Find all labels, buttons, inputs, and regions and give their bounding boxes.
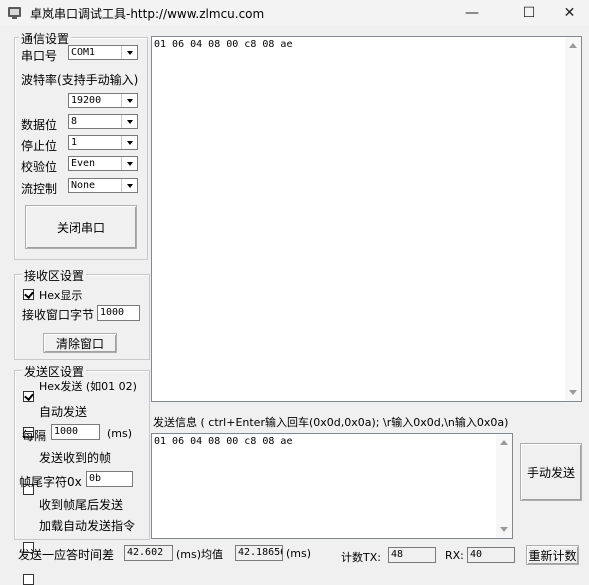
window-title: 卓岚串口调试工具-http://www.zlmcu.com: [30, 7, 265, 21]
auto-send-label: 自动发送: [39, 405, 88, 419]
databits-combo[interactable]: 8: [68, 114, 138, 129]
comm-settings-legend: 通信设置: [19, 30, 72, 47]
rx-label: RX:: [445, 549, 464, 562]
scroll-up-icon[interactable]: [500, 440, 508, 445]
stopbits-label: 停止位: [21, 139, 58, 153]
port-value: COM1: [71, 47, 96, 58]
close-icon: ✕: [563, 5, 576, 21]
flow-combo[interactable]: None: [68, 178, 138, 193]
databits-value: 8: [71, 116, 78, 127]
flow-value: None: [71, 180, 96, 191]
average-value: 42.18656: [235, 545, 283, 561]
parity-combo[interactable]: Even: [68, 156, 138, 171]
receive-settings-legend: 接收区设置: [22, 267, 87, 284]
receive-textarea[interactable]: 01 06 04 08 00 c8 08 ae: [151, 36, 582, 402]
scroll-up-icon[interactable]: [569, 43, 577, 48]
tx-label: 计数TX:: [341, 551, 381, 564]
parity-value: Even: [71, 158, 96, 169]
databits-label: 数据位: [21, 118, 58, 132]
frame-tail-label: 帧尾字符0x: [19, 475, 82, 489]
manual-send-button[interactable]: 手动发送: [520, 443, 582, 501]
recount-button[interactable]: 重新计数: [526, 545, 579, 565]
chevron-down-icon[interactable]: [121, 136, 137, 149]
receive-scrollbar[interactable]: [565, 37, 581, 401]
average-label: (ms)均值: [176, 548, 224, 561]
port-combo[interactable]: COM1: [68, 45, 138, 60]
send-info-label: 发送信息 ( ctrl+Enter输入回车(0x0d,0x0a); \r输入0x…: [153, 416, 509, 429]
baud-label: 波特率(支持手动输入): [21, 73, 139, 87]
receive-text: 01 06 04 08 00 c8 08 ae: [154, 39, 293, 50]
port-label: 串口号: [21, 49, 58, 63]
stopbits-combo[interactable]: 1: [68, 135, 138, 150]
send-on-recv-label: 发送收到的帧: [39, 451, 112, 465]
hex-send-label: Hex发送 (如01 02): [39, 380, 137, 393]
response-time-value: 42.602: [124, 545, 173, 561]
tx-count: 48: [388, 547, 436, 563]
scroll-down-icon[interactable]: [500, 527, 508, 532]
chevron-down-icon[interactable]: [121, 46, 137, 59]
app-icon: [8, 7, 21, 19]
interval-label: 每隔: [22, 429, 47, 443]
baud-value: 19200: [71, 95, 102, 106]
window-bytes-input[interactable]: 1000: [97, 305, 140, 321]
send-textarea[interactable]: 01 06 04 08 00 c8 08 ae: [151, 433, 513, 539]
send-after-tail-label: 收到帧尾后发送: [39, 498, 124, 512]
chevron-down-icon[interactable]: [121, 179, 137, 192]
hex-display-checkbox[interactable]: [23, 289, 34, 300]
parity-label: 校验位: [21, 160, 58, 174]
scroll-down-icon[interactable]: [569, 390, 577, 395]
chevron-down-icon[interactable]: [121, 94, 137, 107]
response-time-label: 发送一应答时间差: [18, 548, 115, 562]
stopbits-value: 1: [71, 137, 78, 148]
hex-send-checkbox[interactable]: [23, 391, 34, 402]
send-scrollbar[interactable]: [496, 434, 512, 538]
title-bar[interactable]: 卓岚串口调试工具-http://www.zlmcu.com — ☐ ✕: [0, 0, 589, 26]
rx-count: 40: [467, 547, 515, 563]
chevron-down-icon[interactable]: [121, 157, 137, 170]
maximize-icon: ☐: [522, 5, 536, 21]
load-auto-cmds-checkbox[interactable]: [23, 574, 34, 585]
flow-label: 流控制: [21, 182, 58, 196]
window-bytes-label: 接收窗口字节: [22, 308, 95, 322]
interval-input[interactable]: 1000: [51, 424, 100, 440]
close-button[interactable]: ✕: [550, 0, 589, 26]
chevron-down-icon[interactable]: [121, 115, 137, 128]
close-port-button[interactable]: 关闭串口: [25, 205, 137, 249]
send-text: 01 06 04 08 00 c8 08 ae: [154, 436, 293, 447]
clear-window-button[interactable]: 清除窗口: [43, 333, 117, 353]
interval-unit: (ms): [107, 427, 133, 440]
maximize-button[interactable]: ☐: [506, 0, 552, 26]
minimize-icon: —: [465, 5, 479, 21]
baud-combo[interactable]: 19200: [68, 93, 138, 108]
frame-tail-input[interactable]: 0b: [86, 471, 133, 487]
load-auto-cmds-label: 加载自动发送指令: [39, 519, 136, 533]
hex-display-label: Hex显示: [39, 289, 83, 302]
minimize-button[interactable]: —: [449, 0, 495, 26]
average-unit: (ms): [286, 547, 312, 560]
